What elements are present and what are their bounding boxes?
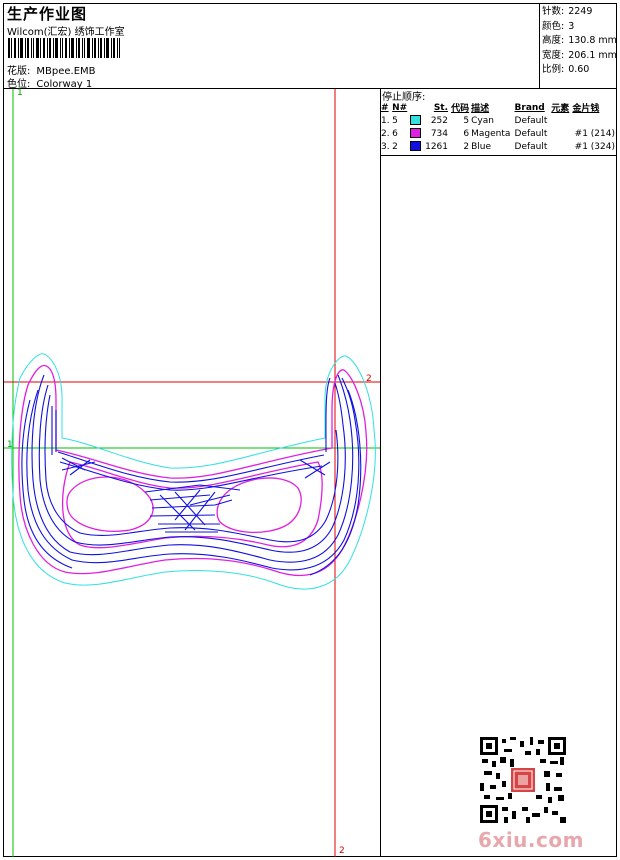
mask-magenta-eye-right <box>216 477 302 534</box>
design-canvas <box>4 89 380 857</box>
guide-marker-h2: 2 <box>366 374 372 384</box>
guide-marker-h1: 1 <box>7 440 13 450</box>
mask-blue-bands <box>21 374 362 576</box>
guide-marker-v2: 2 <box>339 846 345 856</box>
mask-magenta-outline <box>18 364 368 577</box>
guide-marker-v1: 1 <box>17 88 23 98</box>
qr-code <box>480 737 566 823</box>
watermark-text: 6xiu.com <box>478 828 584 852</box>
